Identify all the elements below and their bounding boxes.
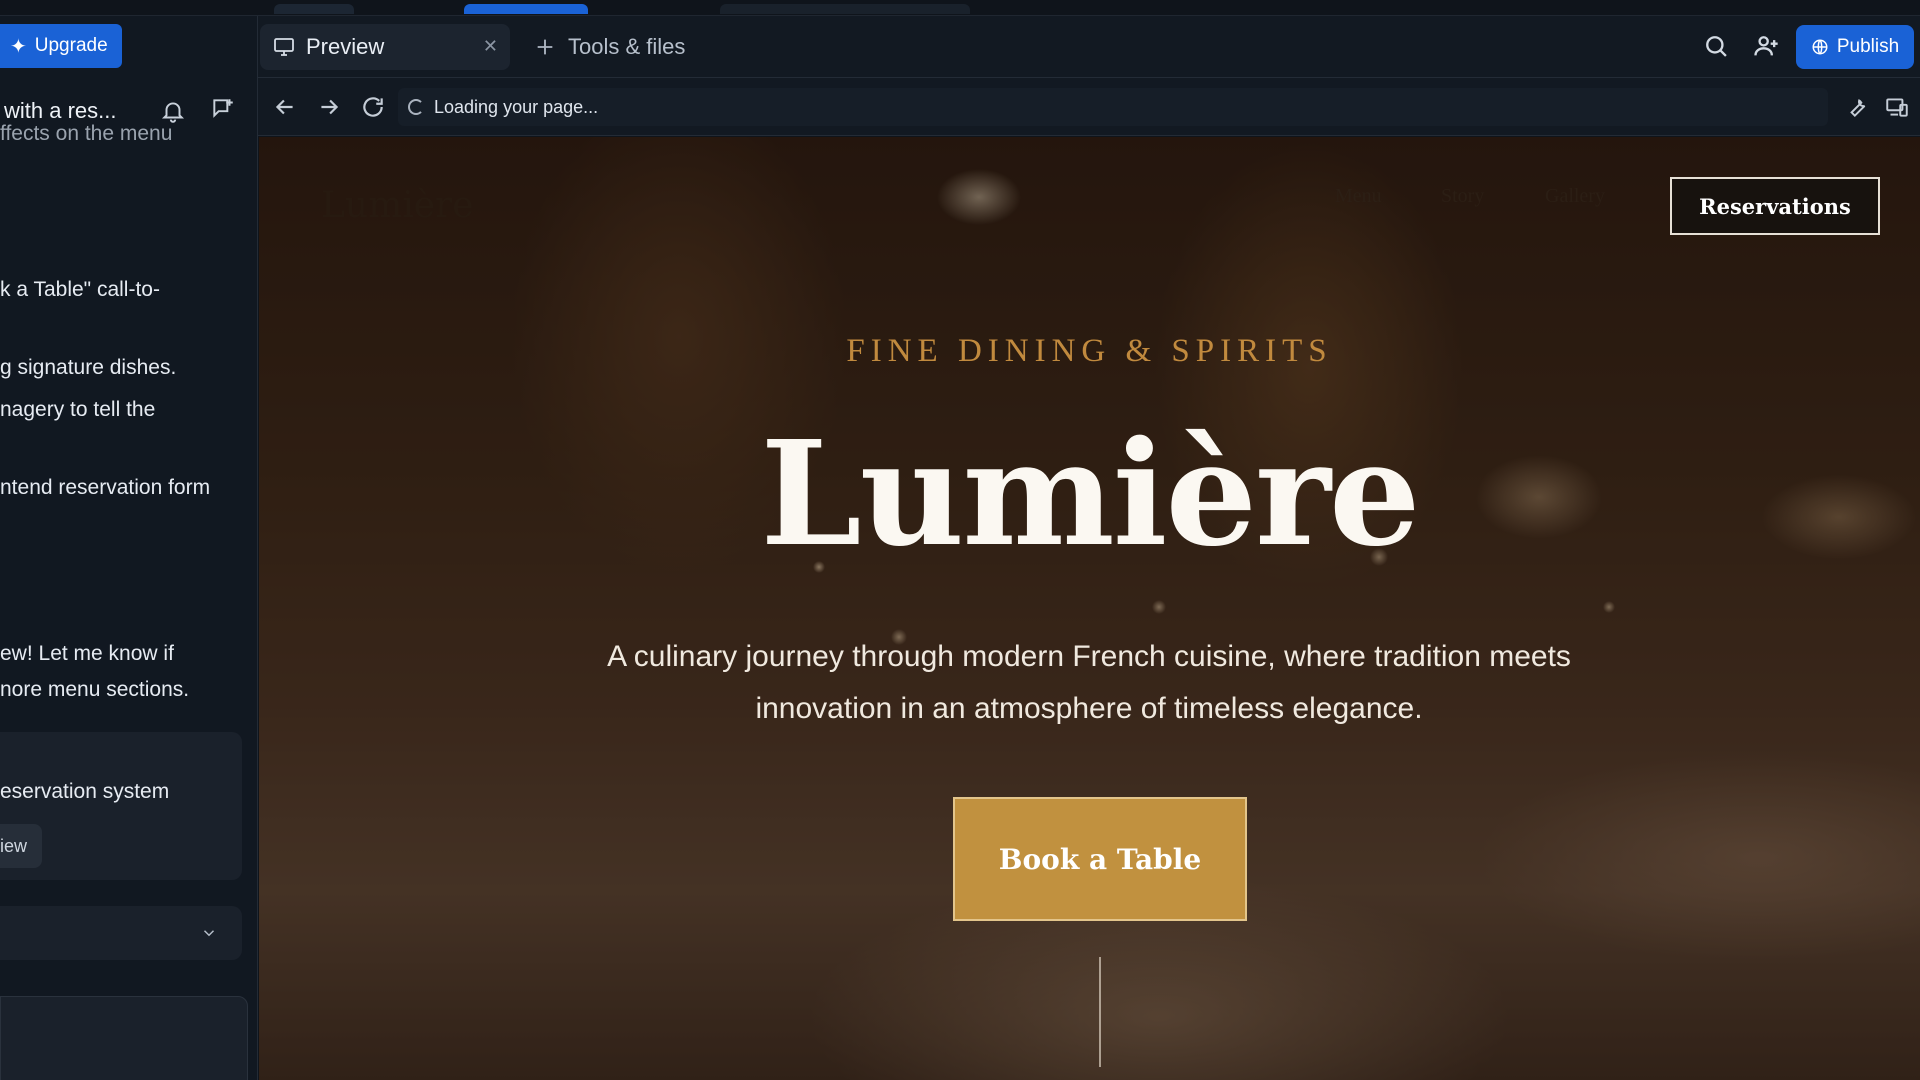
hero-kicker: FINE DINING & SPIRITS <box>846 333 1333 369</box>
chevron-down-icon[interactable] <box>200 924 218 942</box>
address-status-text: Loading your page... <box>434 96 599 117</box>
scroll-indicator <box>1099 957 1101 1067</box>
chat-message-line: ew! Let me know if <box>0 642 174 665</box>
card-text: eservation system <box>0 780 170 803</box>
reload-icon[interactable] <box>360 94 386 120</box>
back-arrow-icon[interactable] <box>272 94 298 120</box>
collapsible-card[interactable] <box>0 906 242 960</box>
reservations-button[interactable]: Reservations <box>1670 177 1880 235</box>
action-card: eservation system iew <box>0 732 242 880</box>
sparkle-icon: ✦ <box>10 35 27 58</box>
site-nav-menu[interactable]: Menu <box>1335 185 1382 208</box>
chat-message-line: nagery to tell the <box>0 398 156 421</box>
plus-icon <box>537 39 553 55</box>
chat-message-line: ffects on the menu <box>0 122 173 145</box>
tab-tools-label: Tools & files <box>568 34 686 59</box>
loading-spinner-icon <box>408 99 424 115</box>
tab-indicator-active <box>464 4 588 14</box>
site-preview: Lumière Menu Story Gallery Reservations … <box>259 137 1920 1080</box>
publish-label: Publish <box>1836 36 1900 57</box>
book-a-table-button[interactable]: Book a Table <box>953 797 1247 921</box>
globe-icon <box>1812 39 1828 55</box>
chat-title: with a res... <box>4 98 117 123</box>
forward-arrow-icon[interactable] <box>316 94 342 120</box>
chat-input-card[interactable] <box>0 996 248 1080</box>
site-nav-story[interactable]: Story <box>1441 185 1484 208</box>
tab-preview-label: Preview <box>306 34 385 59</box>
close-tab-icon[interactable]: ✕ <box>483 36 498 57</box>
top-toolbar: Preview ✕ Tools & files Publish <box>258 16 1920 78</box>
tab-tools-files[interactable]: Tools & files <box>534 24 685 70</box>
upgrade-label: Upgrade <box>34 35 108 56</box>
add-user-icon[interactable] <box>1752 32 1780 60</box>
window-top-strip <box>0 0 1920 16</box>
site-nav-gallery[interactable]: Gallery <box>1545 185 1605 208</box>
publish-button[interactable]: Publish <box>1796 25 1914 69</box>
view-chip[interactable]: iew <box>0 824 42 868</box>
new-chat-icon[interactable] <box>210 96 236 122</box>
address-bar[interactable]: Loading your page... <box>398 88 1828 126</box>
chat-message-line: k a Table" call-to- <box>0 278 160 301</box>
wrench-icon[interactable] <box>1844 94 1870 120</box>
chat-message-line: nore menu sections. <box>0 678 190 701</box>
responsive-devices-icon[interactable] <box>1884 94 1910 120</box>
monitor-icon <box>274 38 294 56</box>
browser-nav-bar: Loading your page... <box>258 78 1920 136</box>
tab-indicator <box>274 4 354 14</box>
chat-message-line: ntend reservation form <box>0 476 211 499</box>
notification-bell-icon[interactable] <box>160 98 186 124</box>
chat-sidebar: ✦ Upgrade with a res... ffects on the me… <box>0 16 258 1080</box>
hero-subtitle: A culinary journey through modern French… <box>607 640 1571 725</box>
hero-title: Lumière <box>760 409 1420 578</box>
tab-indicator <box>720 4 970 14</box>
chat-message-line: g signature dishes. <box>0 356 177 379</box>
upgrade-button[interactable]: ✦ Upgrade <box>0 24 122 68</box>
search-icon[interactable] <box>1702 32 1730 60</box>
site-logo[interactable]: Lumière <box>321 185 474 226</box>
tab-preview[interactable]: Preview ✕ <box>260 24 510 70</box>
